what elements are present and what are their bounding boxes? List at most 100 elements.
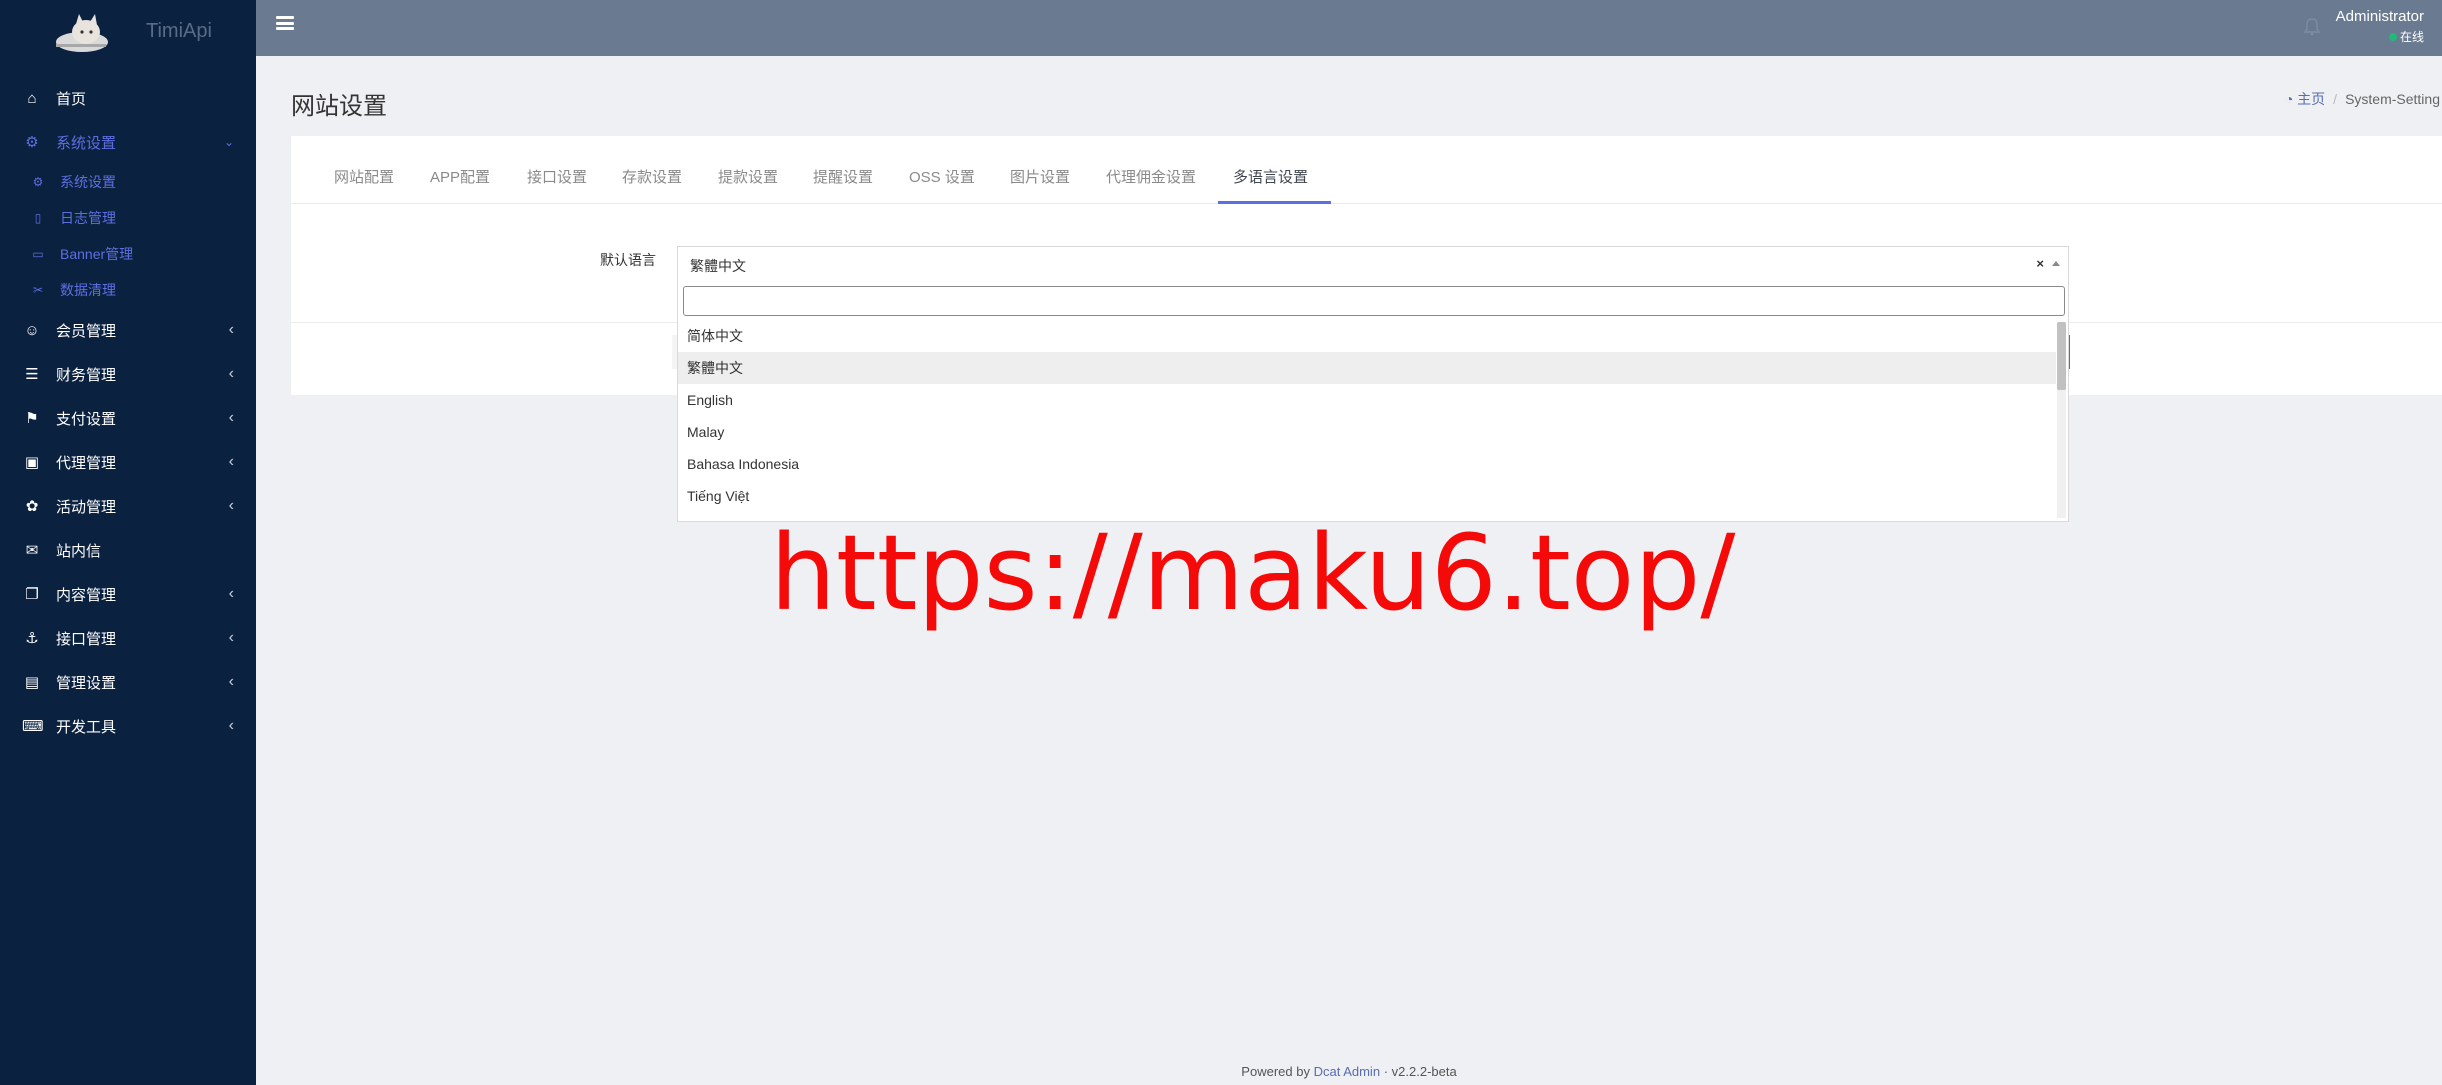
- sidebar-item-8[interactable]: ❐ 内容管理 ‹: [0, 572, 256, 616]
- sidebar-item-6[interactable]: ✿ 活动管理 ‹: [0, 484, 256, 528]
- default-language-label: 默认语言: [600, 252, 656, 268]
- id-card-icon: ▣: [24, 454, 40, 471]
- scrollbar-thumb[interactable]: [2057, 322, 2066, 390]
- sidebar-item-3[interactable]: ☰ 财务管理 ‹: [0, 352, 256, 396]
- sidebar-item-7[interactable]: ✉ 站内信: [0, 528, 256, 572]
- tab-0[interactable]: 网站配置: [334, 166, 394, 187]
- settings-tabs: 网站配置 APP配置 接口设置 存款设置 提款设置 提醒设置 OSS 设置 图片设置 代理佣金设…: [291, 136, 2442, 204]
- bookmark-icon: ⚑: [25, 410, 39, 427]
- default-language-select[interactable]: 繁體中文 ×: [677, 246, 2069, 282]
- anchor-icon: ⚓: [25, 630, 39, 647]
- dropdown-search-input[interactable]: [683, 286, 2065, 316]
- sidebar-subitem-3[interactable]: ✂ 数据清理: [0, 272, 256, 308]
- cogs-icon: ⚙: [25, 134, 39, 151]
- user-name: Administrator: [2335, 8, 2424, 25]
- sidebar-item-2[interactable]: ☺ 会员管理 ‹: [0, 308, 256, 352]
- sidebar-item-9[interactable]: ⚓ 接口管理 ‹: [0, 616, 256, 660]
- language-option[interactable]: 简体中文: [678, 320, 2056, 352]
- chevron-left-icon: ‹: [228, 585, 234, 602]
- home-icon: ⌂: [27, 89, 37, 107]
- scissors-icon: ✂: [32, 283, 44, 297]
- sidebar-item-5[interactable]: ▣ 代理管理 ‹: [0, 440, 256, 484]
- chevron-down-icon: ⌄: [223, 135, 234, 149]
- chevron-left-icon: ‹: [228, 365, 234, 382]
- chevron-left-icon: ‹: [228, 673, 234, 690]
- sidebar-item-label: 接口管理: [56, 630, 117, 648]
- sidebar-item-0[interactable]: ⌂ 首页: [0, 76, 256, 120]
- chevron-left-icon: ‹: [228, 321, 234, 338]
- selected-language: 繁體中文: [690, 258, 746, 274]
- file-icon: ▯: [34, 211, 42, 225]
- gear-icon: ⚙: [32, 175, 44, 189]
- language-option[interactable]: Malay: [678, 416, 2056, 448]
- breadcrumb: ◔ 主页 / System-Setting: [2284, 91, 2440, 107]
- active-tab-indicator: [1218, 201, 1331, 204]
- chevron-left-icon: ‹: [228, 409, 234, 426]
- dropdown-scrollbar[interactable]: [2057, 322, 2066, 518]
- footer: Powered by Dcat Admin · v2.2.2-beta: [1241, 1064, 1457, 1079]
- image-icon: ▭: [32, 247, 44, 261]
- sidebar-item-label: 系统设置: [56, 134, 117, 152]
- tab-8[interactable]: 代理佣金设置: [1106, 166, 1196, 187]
- sidebar-subitem-label: Banner管理: [60, 246, 134, 262]
- tab-2[interactable]: 接口设置: [527, 166, 587, 187]
- tab-1[interactable]: APP配置: [430, 166, 490, 187]
- chevron-left-icon: ‹: [228, 629, 234, 646]
- sidebar-subitem-label: 系统设置: [60, 174, 116, 190]
- sidebar-subitem-label: 日志管理: [60, 210, 116, 226]
- sidebar: TimiApi ⌂ 首页 ⚙ 系统设置 ⌄ ⚙ 系统设置 ▯ 日志管理 ▭ Banner管理 ✂ 数据清…: [0, 0, 256, 1085]
- sidebar-menu: ⌂ 首页 ⚙ 系统设置 ⌄ ⚙ 系统设置 ▯ 日志管理 ▭ Banner管理 ✂ 数据清理 ☺ 会员管理 ‹ ☰…: [0, 76, 256, 748]
- user-menu[interactable]: Administrator 在线: [2336, 8, 2424, 45]
- sidebar-item-label: 活动管理: [56, 498, 117, 516]
- envelope-icon: ✉: [25, 542, 39, 559]
- sidebar-item-11[interactable]: ⌨ 开发工具 ‹: [0, 704, 256, 748]
- user-status: 在线: [2336, 28, 2424, 45]
- user-icon: ☺: [24, 321, 40, 339]
- sidebar-item-label: 会员管理: [56, 322, 117, 340]
- sidebar-subitem-0[interactable]: ⚙ 系统设置: [0, 164, 256, 200]
- breadcrumb-current: System-Setting: [2345, 91, 2440, 107]
- chevron-left-icon: ‹: [228, 497, 234, 514]
- tab-7[interactable]: 图片设置: [1010, 166, 1070, 187]
- language-option[interactable]: Bahasa Indonesia: [678, 448, 2056, 480]
- sidebar-item-1[interactable]: ⚙ 系统设置 ⌄: [0, 120, 256, 164]
- keyboard-icon: ⌨: [22, 718, 44, 735]
- tab-5[interactable]: 提醒设置: [813, 166, 873, 187]
- watermark-text: https://maku6.top/: [770, 512, 1736, 634]
- dropdown-options: 简体中文 繁體中文 English Malay Bahasa Indonesia Tiến…: [678, 320, 2056, 520]
- language-option[interactable]: English: [678, 384, 2056, 416]
- language-dropdown: 简体中文 繁體中文 English Malay Bahasa Indonesia Tiến…: [677, 280, 2069, 522]
- clear-icon[interactable]: ×: [2036, 256, 2044, 271]
- sidebar-subitem-2[interactable]: ▭ Banner管理: [0, 236, 256, 272]
- bell-icon[interactable]: [2304, 18, 2320, 36]
- page-title: 网站设置: [291, 93, 387, 120]
- language-option[interactable]: 繁體中文: [678, 352, 2056, 384]
- top-navbar: Administrator 在线: [256, 0, 2442, 56]
- sidebar-item-label: 开发工具: [56, 718, 117, 736]
- tab-9[interactable]: 多语言设置: [1233, 166, 1308, 187]
- tab-4[interactable]: 提款设置: [718, 166, 778, 187]
- language-option[interactable]: Tiếng Việt: [678, 480, 2056, 512]
- online-dot-icon: [2388, 33, 2397, 41]
- address-card-icon: ▤: [24, 674, 40, 691]
- tab-6[interactable]: OSS 设置: [909, 166, 975, 187]
- sidebar-subitem-label: 数据清理: [60, 282, 116, 298]
- sidebar-subitem-1[interactable]: ▯ 日志管理: [0, 200, 256, 236]
- brand-name: TimiApi: [146, 20, 212, 42]
- sidebar-item-label: 代理管理: [56, 454, 117, 472]
- breadcrumb-home[interactable]: ◔ 主页: [2285, 91, 2325, 107]
- tab-3[interactable]: 存款设置: [622, 166, 682, 187]
- sidebar-item-4[interactable]: ⚑ 支付设置 ‹: [0, 396, 256, 440]
- chevron-left-icon: ‹: [228, 717, 234, 734]
- sidebar-item-label: 管理设置: [56, 674, 117, 692]
- sidebar-item-label: 内容管理: [56, 586, 117, 604]
- brand[interactable]: TimiApi: [0, 0, 256, 62]
- sidebar-item-label: 支付设置: [56, 410, 117, 428]
- caret-up-icon[interactable]: [2052, 261, 2060, 266]
- sidebar-item-label: 财务管理: [56, 366, 117, 384]
- activity-icon: ✿: [25, 498, 39, 515]
- sidebar-item-label: 站内信: [56, 542, 102, 560]
- footer-link[interactable]: Dcat Admin: [1314, 1064, 1380, 1079]
- sidebar-item-10[interactable]: ▤ 管理设置 ‹: [0, 660, 256, 704]
- menu-toggle-icon[interactable]: [276, 16, 294, 30]
